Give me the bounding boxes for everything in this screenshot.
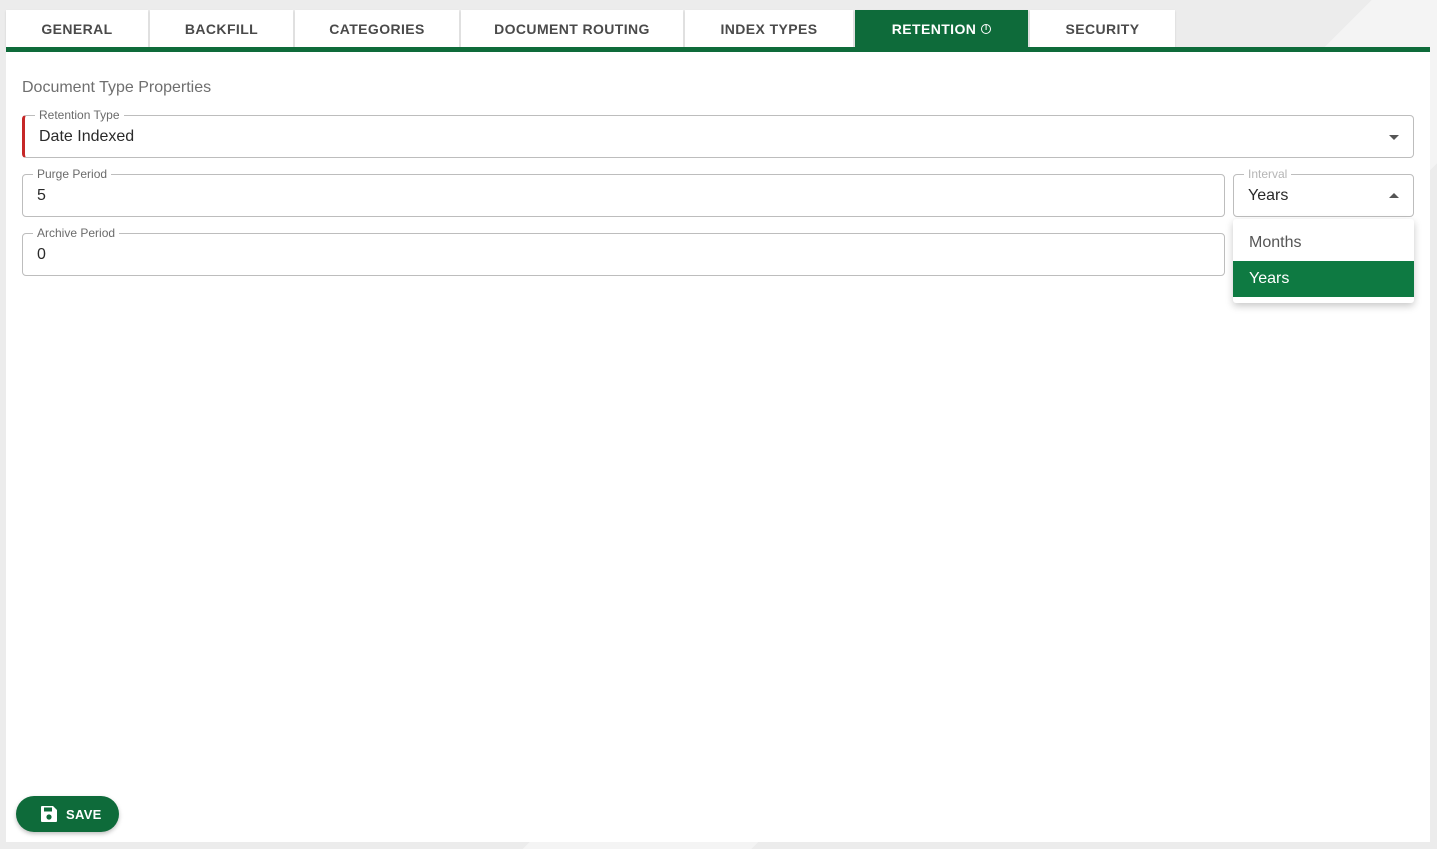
interval-label: Interval (1244, 167, 1292, 181)
purge-period-value: 5 (37, 187, 46, 204)
menu-item-years[interactable]: Years (1233, 261, 1414, 297)
save-button-label: SAVE (66, 806, 102, 822)
archive-period-input[interactable]: Archive Period 0 (22, 226, 1225, 276)
tab-index-types[interactable]: INDEX TYPES (685, 10, 853, 47)
interval-select[interactable]: Interval Years (1233, 167, 1414, 217)
interval-dropdown-menu: Months Years (1233, 219, 1414, 303)
tab-bar: GENERAL BACKFILL CATEGORIES DOCUMENT ROU… (6, 10, 1175, 48)
retention-type-select[interactable]: Retention Type Date Indexed (22, 108, 1414, 158)
section-title: Document Type Properties (22, 79, 212, 96)
retention-type-value: Date Indexed (39, 128, 135, 145)
archive-period-label: Archive Period (33, 226, 120, 240)
chevron-down-icon (1389, 135, 1399, 140)
chevron-up-icon (1389, 193, 1399, 198)
info-icon: i (981, 23, 992, 34)
purge-period-label: Purge Period (33, 167, 112, 181)
retention-type-label: Retention Type (35, 108, 124, 122)
tab-categories[interactable]: CATEGORIES (295, 10, 459, 47)
tab-document-routing[interactable]: DOCUMENT ROUTING (461, 10, 683, 47)
purge-period-input[interactable]: Purge Period 5 (22, 167, 1225, 217)
tab-security[interactable]: SECURITY (1030, 10, 1175, 47)
menu-item-months[interactable]: Months (1233, 225, 1414, 261)
interval-value: Years (1248, 187, 1289, 204)
tab-retention[interactable]: RETENTION i (855, 10, 1028, 47)
save-button[interactable]: SAVE (16, 796, 119, 832)
tab-general[interactable]: GENERAL (6, 10, 148, 47)
floppy-disk-icon (40, 805, 58, 823)
retention-panel: Document Type Properties Retention Type … (6, 47, 1430, 842)
archive-period-value: 0 (37, 246, 46, 263)
tab-backfill[interactable]: BACKFILL (150, 10, 293, 47)
